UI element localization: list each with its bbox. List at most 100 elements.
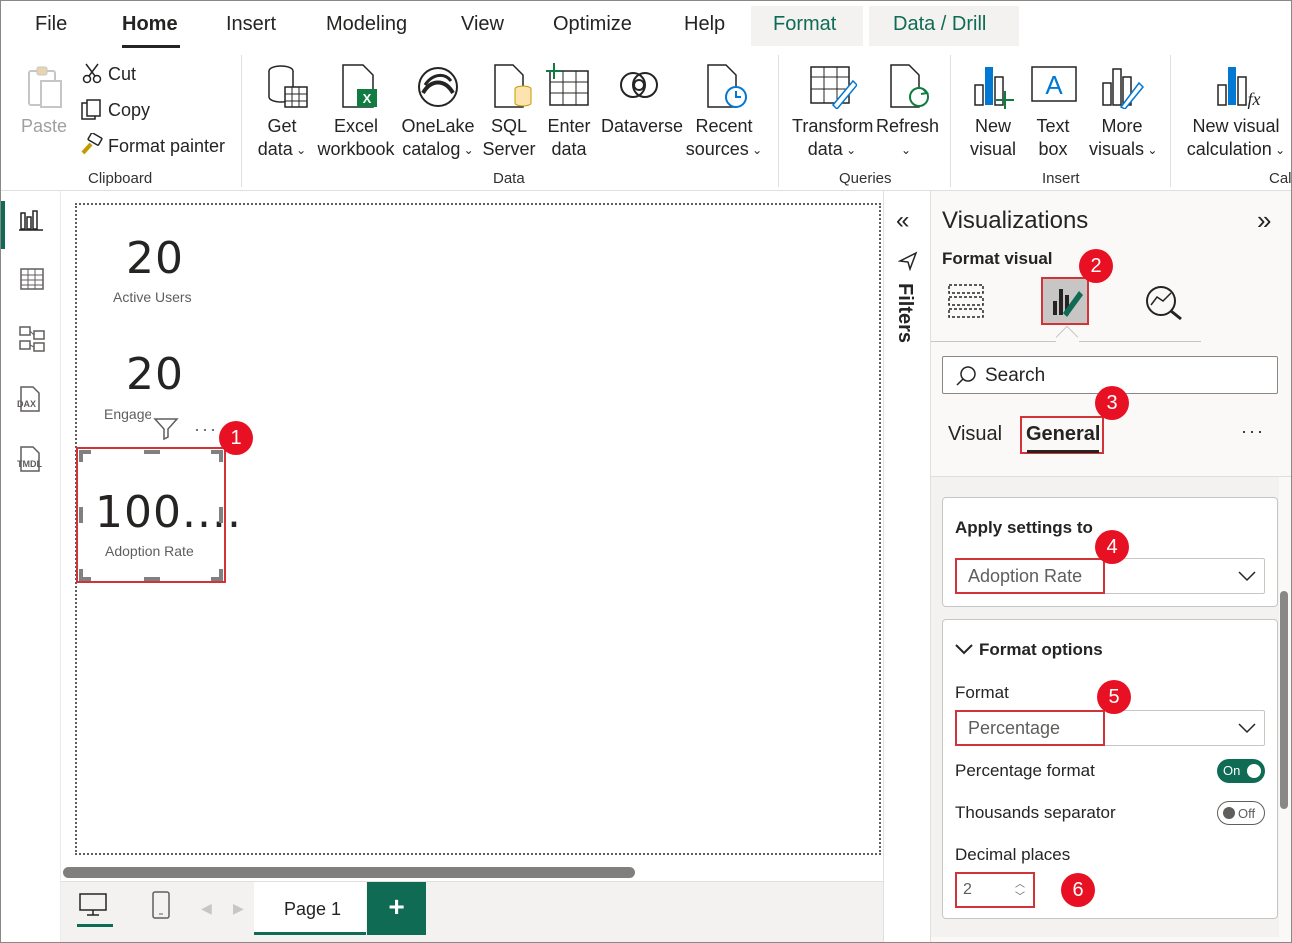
text-box-button[interactable]: Text box <box>1029 115 1077 161</box>
more-options-icon[interactable]: ··· <box>194 419 218 440</box>
active-layout-indicator <box>77 924 113 927</box>
report-view-icon[interactable] <box>19 209 43 236</box>
new-visual-calculation-button[interactable]: New visual calculation ⌄ <box>1184 115 1288 162</box>
card-label: Engage <box>104 406 153 422</box>
filters-pane[interactable]: « Filters <box>883 191 931 942</box>
excel-workbook-button[interactable]: Excel workbook <box>315 115 397 161</box>
mobile-layout-icon[interactable] <box>151 890 171 925</box>
percentage-format-toggle[interactable]: On <box>1217 759 1265 783</box>
tab-view[interactable]: View <box>461 13 504 36</box>
resize-handle[interactable] <box>144 450 160 454</box>
resize-handle[interactable] <box>79 569 83 581</box>
clipboard-group-label: Clipboard <box>88 170 153 187</box>
resize-handle[interactable] <box>79 450 83 462</box>
dax-label: DAX <box>17 399 37 409</box>
vertical-scrollbar[interactable] <box>1280 591 1288 809</box>
tab-help[interactable]: Help <box>684 13 725 36</box>
desktop-layout-icon[interactable] <box>78 892 108 923</box>
ribbon: Paste Cut Copy Format painter Clipboard … <box>1 49 1291 191</box>
resize-handle[interactable] <box>144 577 160 581</box>
resize-handle[interactable] <box>219 569 223 581</box>
excel-line2: workbook <box>317 139 395 159</box>
table-view-icon[interactable] <box>19 267 45 296</box>
percentage-format-label: Percentage format <box>955 761 1095 780</box>
dax-query-icon[interactable]: DAX <box>17 385 47 415</box>
refresh-button[interactable]: Refresh ⌄ <box>876 115 939 162</box>
model-view-icon[interactable] <box>18 325 46 358</box>
card-value: 20 <box>126 349 184 400</box>
format-options-section: Format options Format Percentage Percent… <box>942 619 1278 919</box>
tab-modeling[interactable]: Modeling <box>326 13 407 36</box>
svg-text:X: X <box>363 91 372 106</box>
paste-button[interactable]: Paste <box>21 115 67 138</box>
stepper-down-icon[interactable]: ﹀ <box>1015 888 1025 903</box>
copy-button[interactable]: Copy <box>108 99 150 122</box>
build-visual-icon[interactable] <box>947 281 985 324</box>
thousands-separator-label: Thousands separator <box>955 803 1116 822</box>
horizontal-scrollbar[interactable] <box>63 867 635 878</box>
tab-data-drill[interactable]: Data / Drill <box>893 13 986 36</box>
prev-page-icon[interactable]: ◀ <box>201 900 212 917</box>
new-visual-calculation-icon: fx <box>1214 63 1262 114</box>
tmdl-label: TMDL <box>17 459 42 469</box>
data-group-label: Data <box>493 170 525 187</box>
new-calc-line2: calculation <box>1186 139 1272 159</box>
recent-sources-button[interactable]: Recent sources ⌄ <box>684 115 764 162</box>
more-visuals-button[interactable]: More visuals ⌄ <box>1089 115 1157 162</box>
page-tab-page-1[interactable]: Page 1 <box>254 882 366 935</box>
card-label: Adoption Rate <box>105 543 194 559</box>
dataverse-button[interactable]: Dataverse <box>601 115 683 138</box>
next-page-icon[interactable]: ▶ <box>233 900 244 917</box>
expand-filters-icon[interactable]: « <box>896 207 909 235</box>
tab-visual[interactable]: Visual <box>948 423 1002 446</box>
paintbrush-icon <box>1053 289 1083 317</box>
new-visual-button[interactable]: New visual <box>968 115 1018 161</box>
format-label: Format <box>955 683 1009 702</box>
page-tab-label: Page 1 <box>284 899 342 919</box>
toggle-knob <box>1223 807 1235 819</box>
active-subtab-underline <box>1027 450 1099 453</box>
format-painter-button[interactable]: Format painter <box>108 135 225 158</box>
database-icon <box>265 63 309 114</box>
analytics-icon[interactable] <box>1141 283 1185 326</box>
resize-handle[interactable] <box>219 450 223 462</box>
separator <box>1170 55 1171 187</box>
paste-icon[interactable] <box>25 65 65 114</box>
tab-pointer <box>1055 325 1079 349</box>
active-tab-underline <box>122 45 180 48</box>
step-badge: 3 <box>1095 386 1129 420</box>
tab-general[interactable]: General <box>1026 423 1100 446</box>
onelake-catalog-button[interactable]: OneLake catalog ⌄ <box>400 115 476 162</box>
enter-data-button[interactable]: Enter data <box>544 115 594 161</box>
tab-optimize[interactable]: Optimize <box>553 13 632 36</box>
resize-handle[interactable] <box>219 507 223 523</box>
excel-icon: X <box>339 63 379 114</box>
tab-format[interactable]: Format <box>773 13 836 36</box>
tab-insert[interactable]: Insert <box>226 13 276 36</box>
stepper-value: 2 <box>963 881 972 898</box>
transform-line1: Transform <box>792 116 874 136</box>
more-visuals-icon <box>1099 63 1145 114</box>
get-data-button[interactable]: Get data ⌄ <box>256 115 308 162</box>
thousands-separator-toggle[interactable]: Off <box>1217 801 1265 825</box>
format-visual-tab[interactable] <box>1041 277 1089 325</box>
card-value: 20 <box>126 233 184 284</box>
sql-server-button[interactable]: SQL Server <box>481 115 537 161</box>
tab-file[interactable]: File <box>35 13 67 36</box>
format-painter-icon <box>79 132 103 162</box>
decimal-places-stepper[interactable]: 2 ︿ ﹀ <box>955 872 1035 908</box>
cut-button[interactable]: Cut <box>108 63 136 86</box>
resize-handle[interactable] <box>79 507 83 523</box>
tmdl-view-icon[interactable]: TMDL <box>17 445 47 475</box>
tab-home[interactable]: Home <box>122 13 178 36</box>
card-label: Active Users <box>113 289 192 305</box>
transform-data-icon <box>809 63 859 114</box>
search-icon <box>956 366 976 386</box>
text-box-line2: box <box>1038 139 1068 159</box>
add-page-button[interactable]: + <box>367 882 426 935</box>
filter-icon[interactable] <box>153 415 179 446</box>
more-visuals-line2: visuals <box>1089 139 1145 159</box>
more-options-icon[interactable]: ··· <box>1241 421 1265 442</box>
transform-data-button[interactable]: Transform data ⌄ <box>792 115 874 162</box>
collapse-pane-icon[interactable]: » <box>1257 205 1271 236</box>
